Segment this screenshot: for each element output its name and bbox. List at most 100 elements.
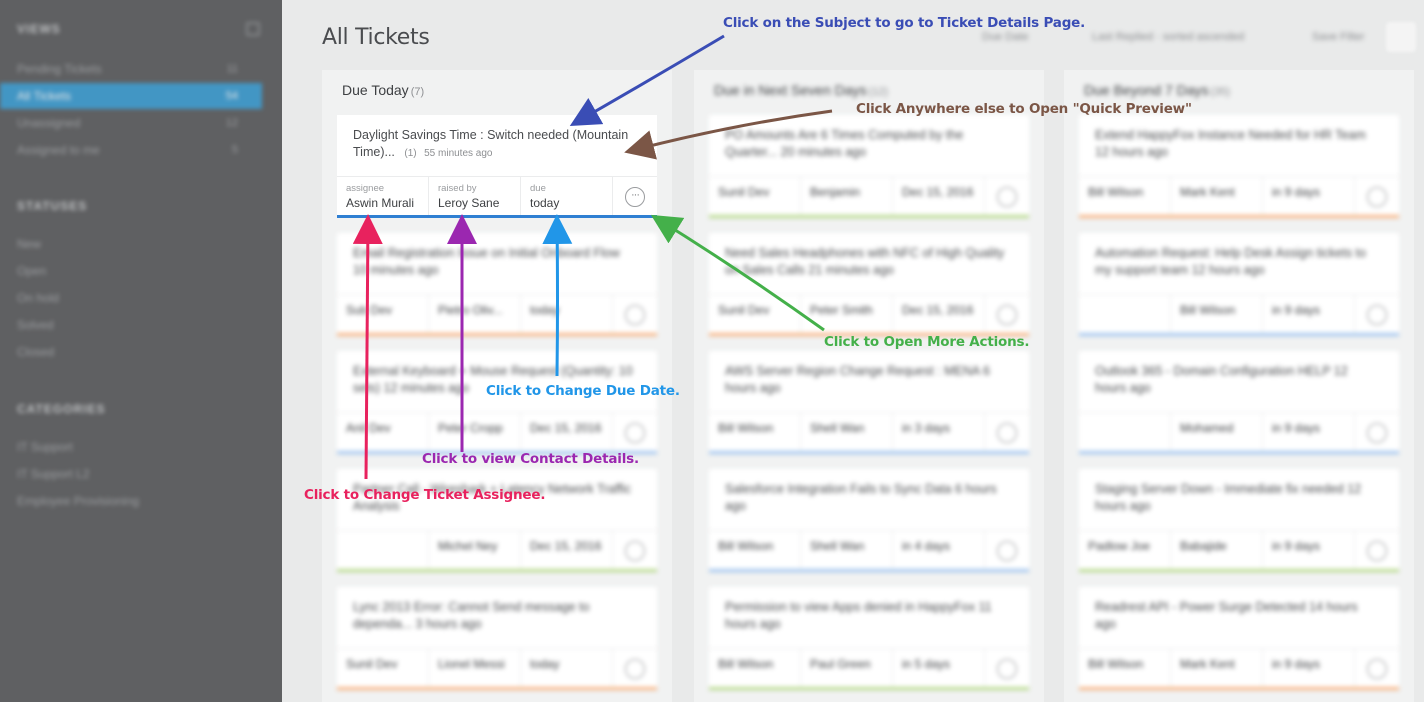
raised-by-field[interactable]: Peter Cropp bbox=[429, 413, 521, 452]
ticket-card[interactable]: PO Amounts Are 6 Times Computed by the Q… bbox=[709, 115, 1029, 218]
ticket-subject-link[interactable]: Permission to view Apps denied in HappyF… bbox=[725, 599, 1005, 633]
ticket-card[interactable]: Automation Request: Help Desk Assign tic… bbox=[1079, 233, 1399, 336]
due-value[interactable]: in 9 days bbox=[1272, 303, 1348, 317]
raised-by-field[interactable]: Paul Green bbox=[801, 649, 893, 688]
ticket-card[interactable]: Email Registration Issue on Initial Onbo… bbox=[337, 233, 657, 336]
more-actions-icon[interactable] bbox=[625, 423, 645, 443]
raised-by-value[interactable]: Babajide bbox=[1180, 539, 1256, 553]
sidebar-item-status-closed[interactable]: Closed bbox=[0, 339, 262, 365]
ticket-subject-link[interactable]: PO Amounts Are 6 Times Computed by the Q… bbox=[725, 127, 1005, 161]
due-value[interactable]: Dec 15, 2016 bbox=[902, 303, 978, 317]
more-actions-icon[interactable] bbox=[1367, 659, 1387, 679]
raised-by-value[interactable]: Shell Wan bbox=[810, 539, 886, 553]
raised-by-value[interactable]: Peter Smith bbox=[810, 303, 886, 317]
due-field[interactable]: today bbox=[521, 649, 613, 688]
assignee-value[interactable]: Aswin Murali bbox=[346, 196, 422, 210]
due-field[interactable]: in 5 days bbox=[893, 649, 985, 688]
assignee-value[interactable]: Padlow Joe bbox=[1088, 539, 1164, 553]
raised-by-field[interactable]: Shell Wan bbox=[801, 531, 893, 570]
assignee-field[interactable]: Sub Dev bbox=[337, 295, 429, 334]
ticket-subject-link[interactable]: Lync 2013 Error: Cannot Send message to … bbox=[353, 599, 633, 633]
more-actions-icon[interactable] bbox=[625, 305, 645, 325]
assignee-field[interactable]: Bill Wilson bbox=[709, 413, 801, 452]
due-value[interactable]: in 5 days bbox=[902, 657, 978, 671]
ticket-subject-link[interactable]: Staging Server Down - Immediate fix need… bbox=[1095, 481, 1375, 515]
filter-dropdown[interactable]: Last Replied · sorted ascended bbox=[1092, 24, 1244, 50]
ticket-card[interactable]: External Keyboard + Mouse Request (Quant… bbox=[337, 351, 657, 454]
due-field[interactable]: Dec 15, 2016 bbox=[521, 413, 613, 452]
more-actions-icon[interactable] bbox=[997, 659, 1017, 679]
raised-by-field[interactable]: Mark Kent bbox=[1171, 177, 1263, 216]
raised-by-field[interactable]: Peter Smith bbox=[801, 295, 893, 334]
sidebar-collapse-icon[interactable] bbox=[246, 22, 260, 36]
raised-by-value[interactable]: Lionel Messi bbox=[438, 657, 514, 671]
sidebar-item-status-new[interactable]: New bbox=[0, 231, 262, 257]
raised-by-field[interactable]: Pietro Oliv... bbox=[429, 295, 521, 334]
due-value[interactable]: Dec 15, 2016 bbox=[530, 539, 606, 553]
due-field[interactable]: in 9 days bbox=[1263, 177, 1355, 216]
raised-by-value[interactable]: Michel Ney bbox=[438, 539, 514, 553]
due-value[interactable]: in 4 days bbox=[902, 539, 978, 553]
more-actions-icon[interactable] bbox=[997, 541, 1017, 561]
due-field[interactable]: Dec 15, 2016 bbox=[893, 295, 985, 334]
assignee-field[interactable]: Sunil Dev bbox=[337, 649, 429, 688]
raised-by-value[interactable]: Shell Wan bbox=[810, 421, 886, 435]
due-value[interactable]: today bbox=[530, 196, 606, 210]
due-field[interactable]: Dec 15, 2016 bbox=[521, 531, 613, 570]
assignee-field[interactable]: Padlow Joe bbox=[1079, 531, 1171, 570]
raised-by-value[interactable]: Paul Green bbox=[810, 657, 886, 671]
assignee-value[interactable]: Sunil Dev bbox=[718, 185, 794, 199]
ticket-card[interactable]: Permission to view Apps denied in HappyF… bbox=[709, 587, 1029, 690]
more-actions-icon[interactable] bbox=[997, 187, 1017, 207]
sidebar-item-assigned-to-me[interactable]: Assigned to me 5 bbox=[0, 137, 262, 163]
assignee-value[interactable]: Bill Wilson bbox=[718, 421, 794, 435]
raised-by-value[interactable]: Mark Kent bbox=[1180, 185, 1256, 199]
due-value[interactable]: in 9 days bbox=[1272, 657, 1348, 671]
raised-by-value[interactable]: Benjamin bbox=[810, 185, 886, 199]
raised-by-field[interactable]: Bill Wilson bbox=[1171, 295, 1263, 334]
more-actions-icon[interactable] bbox=[625, 659, 645, 679]
raised-by-field[interactable]: Shell Wan bbox=[801, 413, 893, 452]
raised-by-value[interactable]: Mark Kent bbox=[1180, 657, 1256, 671]
assignee-field[interactable]: Bill Wilson bbox=[709, 531, 801, 570]
due-field[interactable]: in 9 days bbox=[1263, 649, 1355, 688]
due-field[interactable]: due today bbox=[521, 177, 613, 216]
more-actions-icon[interactable] bbox=[625, 541, 645, 561]
due-value[interactable]: today bbox=[530, 657, 606, 671]
raised-by-value[interactable]: Bill Wilson bbox=[1180, 303, 1256, 317]
assignee-field[interactable]: Bill Wilson bbox=[1079, 649, 1171, 688]
assignee-field[interactable]: Sunil Dev bbox=[709, 177, 801, 216]
raised-by-field[interactable]: Michel Ney bbox=[429, 531, 521, 570]
ticket-subject-link[interactable]: Email Registration Issue on Initial Onbo… bbox=[353, 245, 633, 279]
raised-by-field[interactable]: Lionel Messi bbox=[429, 649, 521, 688]
more-actions-icon[interactable] bbox=[1367, 423, 1387, 443]
assignee-field[interactable]: Anil Dev bbox=[337, 413, 429, 452]
sidebar-item-all-tickets[interactable]: All Tickets 54 bbox=[0, 83, 262, 109]
ticket-card[interactable]: Lync 2013 Error: Cannot Send message to … bbox=[337, 587, 657, 690]
assignee-field[interactable] bbox=[1079, 413, 1171, 452]
due-field[interactable]: in 9 days bbox=[1263, 295, 1355, 334]
ticket-card-focused[interactable]: Daylight Savings Time : Switch needed (M… bbox=[337, 115, 657, 218]
assignee-field[interactable]: Bill Wilson bbox=[709, 649, 801, 688]
sidebar-item-category-it-support[interactable]: IT Support bbox=[0, 434, 262, 460]
toolbar-action-button[interactable] bbox=[1386, 22, 1416, 52]
sidebar-item-category-it-support-l2[interactable]: IT Support L2 bbox=[0, 461, 262, 487]
more-actions-icon[interactable] bbox=[1367, 187, 1387, 207]
due-value[interactable]: Dec 15, 2016 bbox=[530, 421, 606, 435]
more-actions-icon[interactable]: ··· bbox=[625, 187, 645, 207]
more-actions-icon[interactable] bbox=[1367, 541, 1387, 561]
ticket-subject-link[interactable]: AWS Server Region Change Request : MENA … bbox=[725, 363, 1005, 397]
due-value[interactable]: Dec 15, 2016 bbox=[902, 185, 978, 199]
save-filter-button[interactable]: Save Filter bbox=[1312, 24, 1365, 50]
ticket-subject-link[interactable]: Extend HappyFox Instance Needed for HR T… bbox=[1095, 127, 1375, 161]
assignee-value[interactable]: Bill Wilson bbox=[1088, 185, 1164, 199]
assignee-field[interactable]: assignee Aswin Murali bbox=[337, 177, 429, 216]
more-actions-icon[interactable] bbox=[997, 423, 1017, 443]
sidebar-item-status-open[interactable]: Open bbox=[0, 258, 262, 284]
ticket-subject-link[interactable]: Outlook 365 - Domain Configuration HELP … bbox=[1095, 363, 1375, 397]
ticket-card[interactable]: Staging Server Down - Immediate fix need… bbox=[1079, 469, 1399, 572]
assignee-value[interactable]: Bill Wilson bbox=[718, 539, 794, 553]
raised-by-field[interactable]: Mark Kent bbox=[1171, 649, 1263, 688]
ticket-card[interactable]: Partner Call - Wireshark + Latency Netwo… bbox=[337, 469, 657, 572]
ticket-card[interactable]: Extend HappyFox Instance Needed for HR T… bbox=[1079, 115, 1399, 218]
